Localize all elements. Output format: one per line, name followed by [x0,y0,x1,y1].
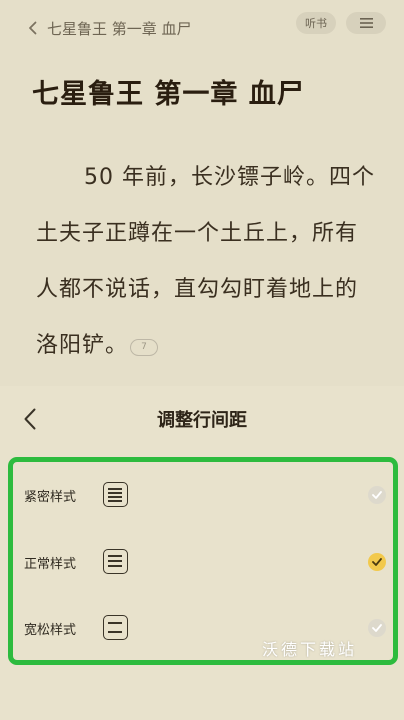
option-normal-label: 正常样式 [24,557,77,572]
menu-button[interactable] [346,12,386,34]
option-loose-label: 宽松样式 [24,623,77,638]
option-normal[interactable]: 正常样式 [13,532,393,592]
normal-lines-icon [103,549,128,574]
option-loose-check-icon[interactable] [368,619,386,637]
compact-lines-icon [103,482,128,507]
chapter-title: 七星鲁王 第一章 血尸 [32,79,305,110]
listen-label: 听书 [305,17,327,30]
chevron-left-icon [29,21,37,35]
option-compact-check-icon[interactable] [368,486,386,504]
back-to-toc-button[interactable]: 七星鲁王 第一章 血尸 [28,16,192,40]
book-chapter-label: 七星鲁王 第一章 血尸 [47,19,192,38]
panel-title: 调整行间距 [157,410,247,431]
option-normal-check-icon[interactable] [368,553,386,571]
watermark: 沃德下载站 [262,640,358,659]
spacing-options-highlight: 紧密样式 正常样式 宽松样式 [8,457,398,665]
option-compact[interactable]: 紧密样式 [13,465,393,525]
hamburger-icon [359,18,373,28]
paragraph-text: 50 年前，长沙镖子岭。四个土夫子正蹲在一个土丘上，所有人都不说话，直勾勾盯着地… [36,165,375,358]
comment-bubble-icon[interactable]: 7 [130,339,159,356]
chapter-paragraph: 50 年前，长沙镖子岭。四个土夫子正蹲在一个土丘上，所有人都不说话，直勾勾盯着地… [36,150,380,374]
comment-count: 7 [141,342,147,352]
listen-button[interactable]: 听书 [296,12,336,34]
loose-lines-icon [103,615,128,640]
panel-header: 调整行间距 [0,386,404,450]
option-compact-label: 紧密样式 [24,490,77,505]
top-bar: 七星鲁王 第一章 血尸 听书 [0,0,404,56]
